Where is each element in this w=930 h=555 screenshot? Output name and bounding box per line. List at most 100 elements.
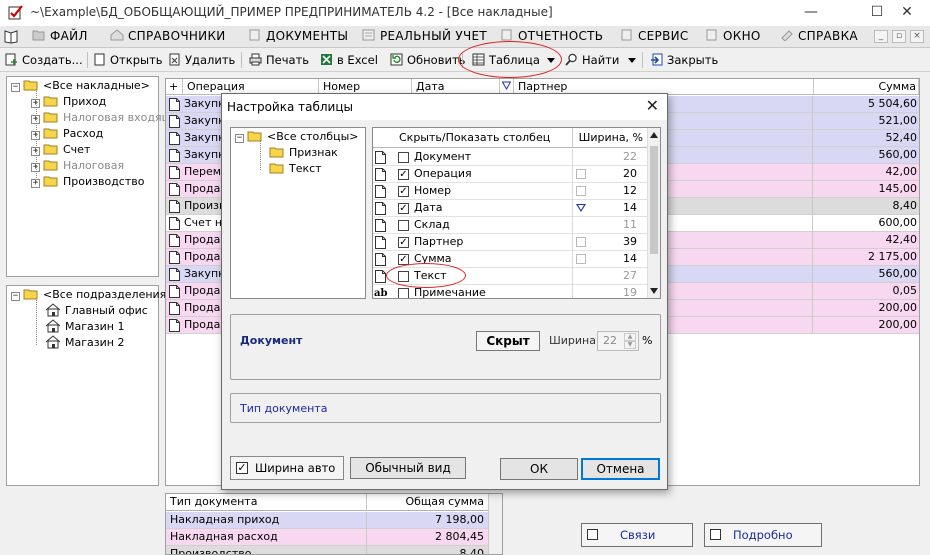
column-width[interactable]: 22 (607, 149, 637, 165)
menu-directories[interactable]: СПРАВОЧНИКИ (110, 29, 226, 45)
mdi-close-button[interactable]: × (910, 30, 924, 43)
scroll-thumb[interactable] (650, 146, 658, 254)
scroll-down-icon[interactable] (650, 288, 658, 294)
delete-button[interactable]: Удалить (168, 51, 235, 69)
tree-item[interactable]: + Производство (31, 174, 144, 190)
column-width[interactable]: 14 (607, 200, 637, 216)
column-visible-checkbox[interactable]: ✓ (398, 186, 409, 197)
width-value[interactable]: 22 (603, 334, 617, 347)
column-width[interactable]: 27 (607, 268, 637, 284)
minimize-button[interactable]: — (788, 0, 834, 26)
normal-view-button[interactable]: Обычный вид (350, 457, 466, 479)
column-group-item[interactable]: Признак (269, 145, 338, 161)
column-visible-checkbox[interactable]: ✓ (398, 203, 409, 214)
collapse-icon[interactable]: − (235, 134, 244, 143)
width-spinner[interactable]: 22 ▲ ▼ (597, 331, 639, 351)
column-width[interactable]: 14 (607, 251, 637, 267)
sort-marker-box[interactable] (576, 254, 586, 264)
column-row[interactable]: Склад 11 (373, 217, 647, 234)
sort-desc-icon[interactable] (576, 204, 586, 212)
details-checkbox[interactable] (710, 529, 721, 540)
column-width[interactable]: 20 (607, 166, 637, 182)
column-row[interactable]: ✓ Номер 12 (373, 183, 647, 200)
spin-up-icon[interactable]: ▲ (624, 333, 636, 341)
column-width[interactable]: 11 (607, 217, 637, 233)
close-button[interactable]: ✕ (884, 0, 930, 26)
column-row[interactable]: ✓ Операция 20 (373, 166, 647, 183)
create-button[interactable]: Создать... (5, 51, 83, 69)
column-header-sum[interactable]: Сумма (814, 79, 919, 95)
find-dropdown-button[interactable] (628, 51, 636, 69)
columns-scrollbar[interactable] (647, 128, 660, 298)
ok-button[interactable]: ОК (500, 458, 578, 480)
collapse-icon[interactable]: − (11, 292, 20, 301)
mdi-restore-button[interactable]: ▫ (892, 30, 906, 43)
column-row[interactable]: Документ 22 (373, 149, 647, 166)
sort-marker-box[interactable] (576, 237, 586, 247)
columns-header-width[interactable]: Ширина, % (579, 128, 643, 147)
column-row[interactable]: ✓ Партнер 39 (373, 234, 647, 251)
column-width[interactable]: 12 (607, 183, 637, 199)
open-button[interactable]: Открыть (93, 51, 163, 69)
menu-documents[interactable]: ДОКУМЕНТЫ (248, 29, 348, 45)
dialog-close-button[interactable]: ✕ (646, 98, 659, 114)
spin-down-icon[interactable]: ▼ (624, 341, 636, 349)
cancel-button[interactable]: Отмена (581, 458, 660, 480)
menu-help[interactable]: СПРАВКА (780, 29, 858, 45)
column-visible-checkbox[interactable] (398, 288, 409, 298)
department-item[interactable]: Главный офис (45, 303, 148, 319)
cell-sum: 2 175,00 (812, 249, 917, 266)
department-item[interactable]: Магазин 2 (45, 335, 124, 351)
summary-row[interactable]: Производство 8,40 (166, 546, 502, 554)
summary-total: 7 198,00 (435, 513, 484, 526)
report-icon (501, 29, 512, 41)
column-visible-checkbox[interactable]: ✓ (398, 169, 409, 180)
find-button[interactable]: Найти (565, 51, 619, 69)
links-toggle[interactable]: Связи (581, 523, 693, 547)
column-width[interactable]: 19 (607, 285, 637, 298)
menu-window[interactable]: ОКНО (705, 29, 761, 45)
column-row[interactable]: ✓ Дата 14 (373, 200, 647, 217)
column-width[interactable]: 39 (607, 234, 637, 250)
tree-item[interactable]: + Налоговая (31, 158, 124, 174)
close-window-button[interactable]: Закрыть (650, 51, 718, 69)
auto-width-toggle[interactable]: ✓ Ширина авто (230, 456, 344, 480)
sort-marker-box[interactable] (576, 186, 586, 196)
tree-item[interactable]: + Приход (31, 94, 106, 110)
scroll-up-icon[interactable] (650, 132, 658, 138)
collapse-icon[interactable]: − (11, 83, 20, 92)
summary-scrollbar[interactable] (488, 494, 502, 554)
cell-operation: Закупка (166, 96, 224, 113)
print-button[interactable]: Печать (249, 51, 309, 69)
department-item[interactable]: Магазин 1 (45, 319, 124, 335)
details-toggle[interactable]: Подробно (704, 523, 822, 547)
columns-header-name[interactable]: Скрыть/Показать столбец (399, 128, 550, 147)
mdi-minimize-button[interactable]: _ (874, 30, 888, 43)
tree-item[interactable]: + Счет (31, 142, 90, 158)
column-visible-checkbox[interactable] (398, 152, 409, 163)
menu-real-accounting[interactable]: РЕАЛЬНЫЙ УЧЕТ (362, 29, 487, 45)
expand-all-header[interactable]: + (166, 79, 183, 95)
cell-operation: Продажа (166, 317, 224, 334)
column-visible-checkbox[interactable] (398, 220, 409, 231)
summary-row[interactable]: Накладная приход 7 198,00 (166, 512, 502, 529)
sort-marker-box[interactable] (576, 169, 586, 179)
column-group-item[interactable]: Текст (269, 161, 322, 177)
folder-icon (43, 176, 58, 187)
document-icon (375, 219, 386, 232)
links-checkbox[interactable] (587, 529, 598, 540)
menu-file[interactable]: ФАЙЛ (32, 29, 88, 45)
tree-item[interactable]: + Налоговая входящ (31, 110, 172, 126)
tree-item[interactable]: + Расход (31, 126, 103, 142)
summary-header-type[interactable]: Тип документа (170, 494, 257, 510)
export-excel-button[interactable]: в Excel (320, 51, 378, 69)
refresh-button[interactable]: Обновить (390, 51, 465, 69)
visibility-toggle-button[interactable]: Скрыт (476, 331, 540, 351)
auto-width-checkbox[interactable]: ✓ (236, 462, 248, 474)
summary-row[interactable]: Накладная расход 2 804,45 (166, 529, 502, 546)
summary-header-total[interactable]: Общая сумма (405, 494, 484, 510)
tree-root-all-invoices[interactable]: − <Все накладные> (11, 78, 150, 94)
tree-root-all-columns[interactable]: − <Все столбцы> (235, 129, 358, 145)
column-visible-checkbox[interactable]: ✓ (398, 237, 409, 248)
menu-service[interactable]: СЕРВИС (620, 29, 689, 45)
